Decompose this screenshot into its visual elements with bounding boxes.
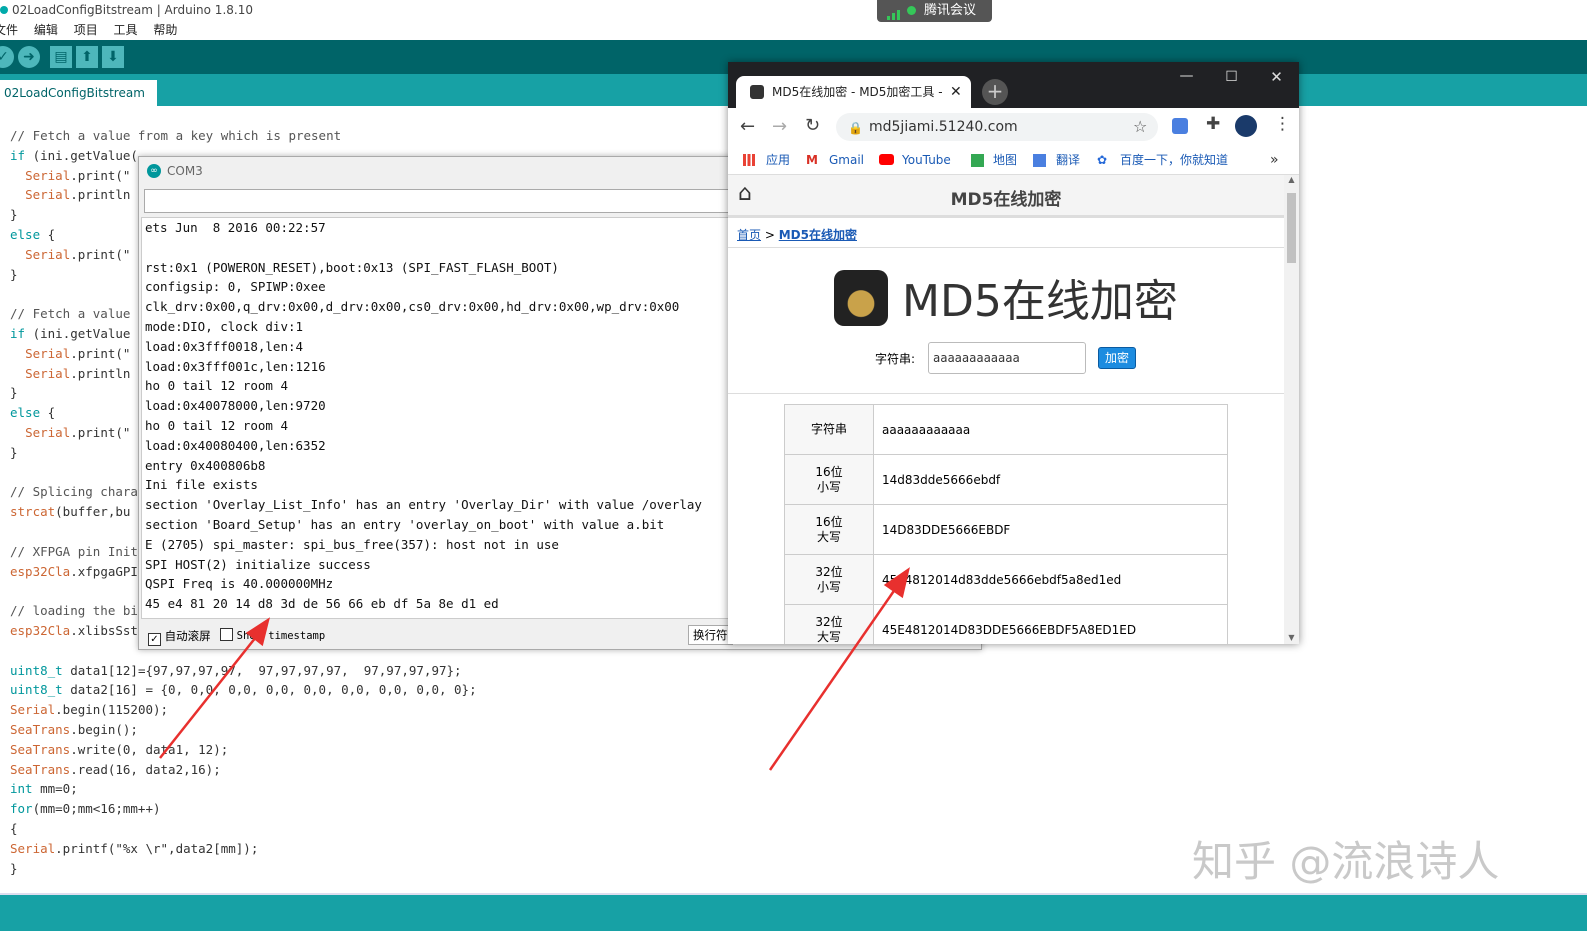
zhihu-watermark: 知乎 @流浪诗人 <box>1192 837 1500 886</box>
arrow-to-serial-line <box>159 631 261 759</box>
arrow-head-serial <box>245 617 270 647</box>
arrow-head-md5 <box>883 567 910 599</box>
annotation-arrows <box>159 567 910 771</box>
arrow-to-md5-line <box>768 584 900 771</box>
